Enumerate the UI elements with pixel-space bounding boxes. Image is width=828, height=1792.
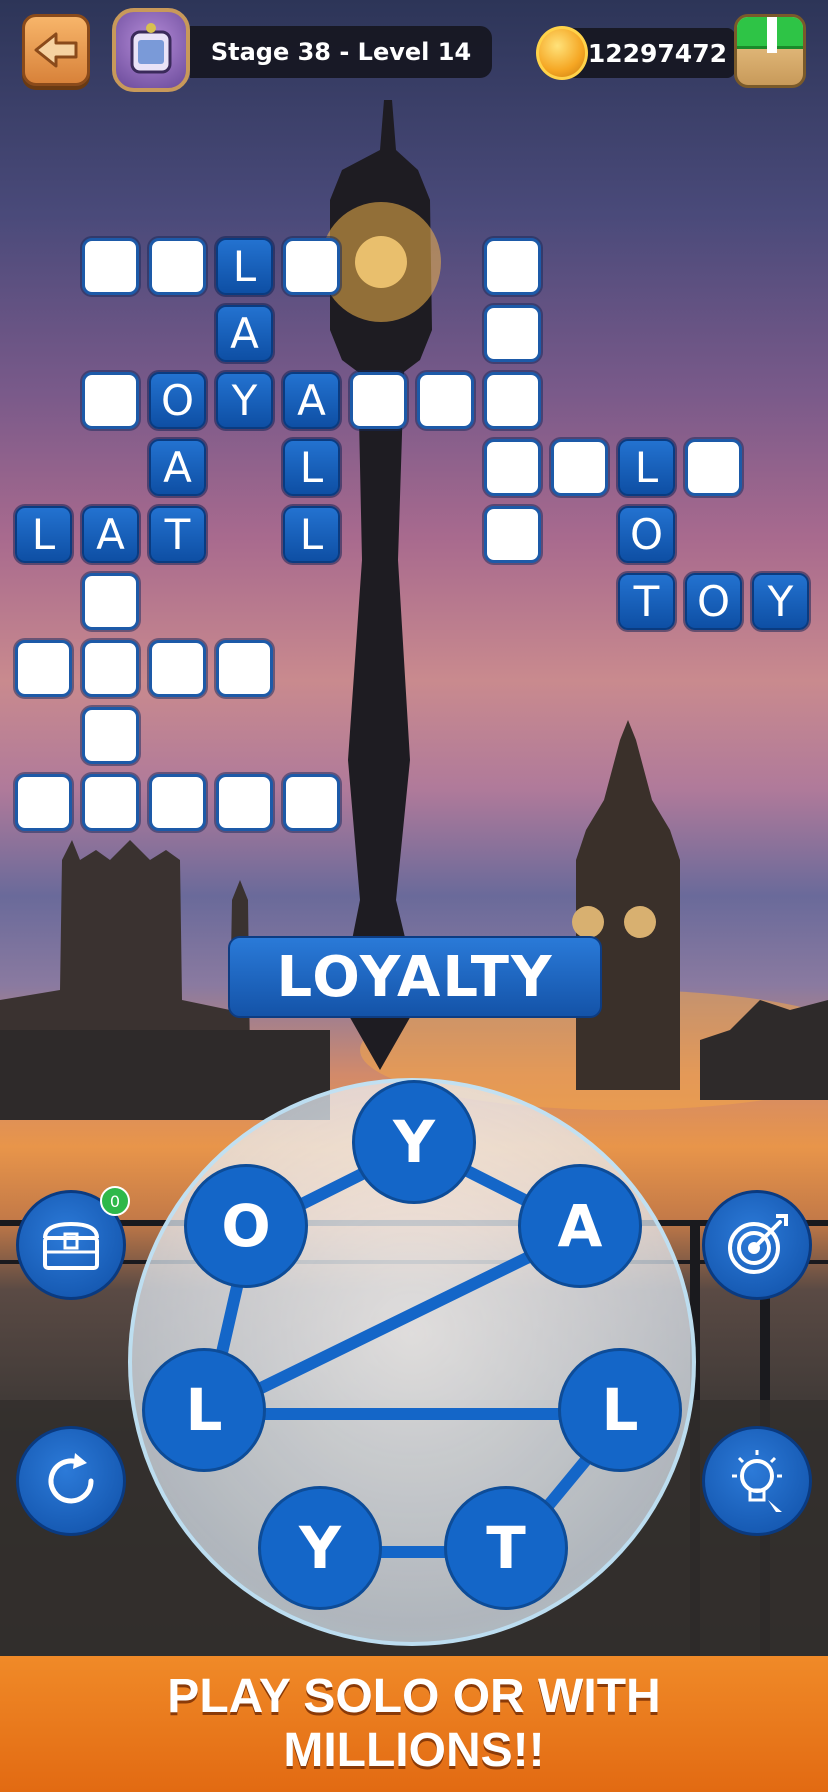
revealed-tile: A <box>283 372 340 429</box>
revealed-tile: A <box>149 439 206 496</box>
revealed-tile: Y <box>216 372 273 429</box>
target-hint-button[interactable] <box>702 1190 812 1300</box>
empty-tile <box>350 372 407 429</box>
target-icon <box>728 1214 788 1274</box>
treasure-chest-icon <box>43 1221 99 1270</box>
revealed-tile: A <box>82 506 139 563</box>
lightbulb-hint-button[interactable] <box>702 1426 812 1536</box>
empty-tile <box>82 238 139 295</box>
current-word-display: LOYALTY <box>228 936 602 1018</box>
empty-tile <box>484 305 541 362</box>
wheel-letter-l-right[interactable]: L <box>558 1348 682 1472</box>
empty-tile <box>149 640 206 697</box>
empty-tile <box>417 372 474 429</box>
empty-tile <box>82 573 139 630</box>
empty-tile <box>82 707 139 764</box>
revealed-tile: L <box>283 439 340 496</box>
shop-button[interactable] <box>734 14 806 88</box>
lightbulb-icon <box>732 1450 782 1512</box>
robot-icon <box>130 23 172 74</box>
empty-tile <box>551 439 608 496</box>
coin-icon <box>536 26 588 80</box>
revealed-tile: O <box>149 372 206 429</box>
back-button[interactable] <box>22 14 90 86</box>
empty-tile <box>149 238 206 295</box>
revealed-tile: L <box>216 238 273 295</box>
stage-level-label: Stage 38 - Level 14 <box>190 26 492 78</box>
wheel-letter-o[interactable]: O <box>184 1164 308 1288</box>
wheel-letter-t[interactable]: T <box>444 1486 568 1610</box>
empty-tile <box>82 774 139 831</box>
refresh-icon <box>48 1453 94 1504</box>
empty-tile <box>216 774 273 831</box>
promo-line-2: MILLIONS!! <box>283 1724 545 1777</box>
shuffle-button[interactable] <box>16 1426 126 1536</box>
empty-tile <box>216 640 273 697</box>
revealed-tile: T <box>149 506 206 563</box>
gift-icon <box>737 17 803 53</box>
top-bar: Stage 38 - Level 14 12297472 <box>0 0 828 100</box>
promo-banner: PLAY SOLO OR WITH MILLIONS!! <box>0 1656 828 1792</box>
empty-tile <box>685 439 742 496</box>
empty-tile <box>15 774 72 831</box>
empty-tile <box>484 506 541 563</box>
revealed-tile: L <box>283 506 340 563</box>
wheel-letter-l-left[interactable]: L <box>142 1348 266 1472</box>
revealed-tile: A <box>216 305 273 362</box>
revealed-tile: O <box>685 573 742 630</box>
revealed-tile: T <box>618 573 675 630</box>
empty-tile <box>82 372 139 429</box>
empty-tile <box>484 439 541 496</box>
level-avatar[interactable] <box>112 8 190 92</box>
wheel-letter-y-top[interactable]: Y <box>352 1080 476 1204</box>
empty-tile <box>484 372 541 429</box>
arrow-left-icon <box>34 32 78 68</box>
revealed-tile: O <box>618 506 675 563</box>
revealed-tile: L <box>618 439 675 496</box>
revealed-tile: Y <box>752 573 809 630</box>
empty-tile <box>283 238 340 295</box>
chest-count-badge: 0 <box>100 1186 130 1216</box>
wheel-letter-a[interactable]: A <box>518 1164 642 1288</box>
wheel-letter-y-bottom[interactable]: Y <box>258 1486 382 1610</box>
promo-line-1: PLAY SOLO OR WITH <box>167 1670 661 1723</box>
empty-tile <box>149 774 206 831</box>
empty-tile <box>283 774 340 831</box>
empty-tile <box>82 640 139 697</box>
revealed-tile: L <box>15 506 72 563</box>
empty-tile <box>15 640 72 697</box>
empty-tile <box>484 238 541 295</box>
